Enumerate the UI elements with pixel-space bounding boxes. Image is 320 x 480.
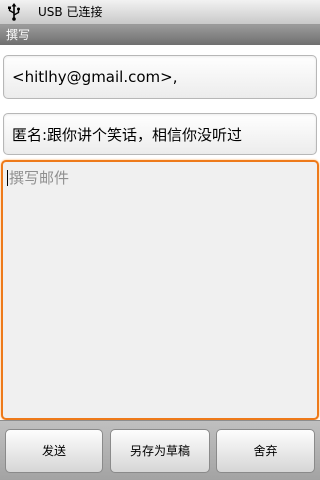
subject-field[interactable]: 匿名:跟你讲个笑话，相信你没听过	[3, 113, 317, 155]
save-draft-button[interactable]: 另存为草稿	[110, 429, 210, 473]
discard-button[interactable]: 舍弃	[216, 429, 315, 473]
text-caret	[7, 170, 8, 186]
send-button[interactable]: 发送	[5, 429, 103, 473]
page-title: 撰写	[6, 28, 31, 42]
status-text: USB 已连接	[38, 5, 103, 19]
to-value: <hitlhy@gmail.com>,	[12, 68, 178, 86]
compose-form: <hitlhy@gmail.com>, 匿名:跟你讲个笑话，相信你没听过 撰写邮…	[0, 45, 320, 420]
button-bar: 发送 另存为草稿 舍弃	[0, 420, 320, 480]
body-placeholder: 撰写邮件	[9, 169, 70, 187]
title-bar: 撰写	[0, 25, 320, 45]
body-field[interactable]: 撰写邮件	[1, 160, 319, 420]
usb-icon	[6, 3, 22, 21]
to-field[interactable]: <hitlhy@gmail.com>,	[3, 55, 317, 99]
status-bar: USB 已连接	[0, 0, 320, 25]
subject-value: 匿名:跟你讲个笑话，相信你没听过	[12, 126, 243, 144]
